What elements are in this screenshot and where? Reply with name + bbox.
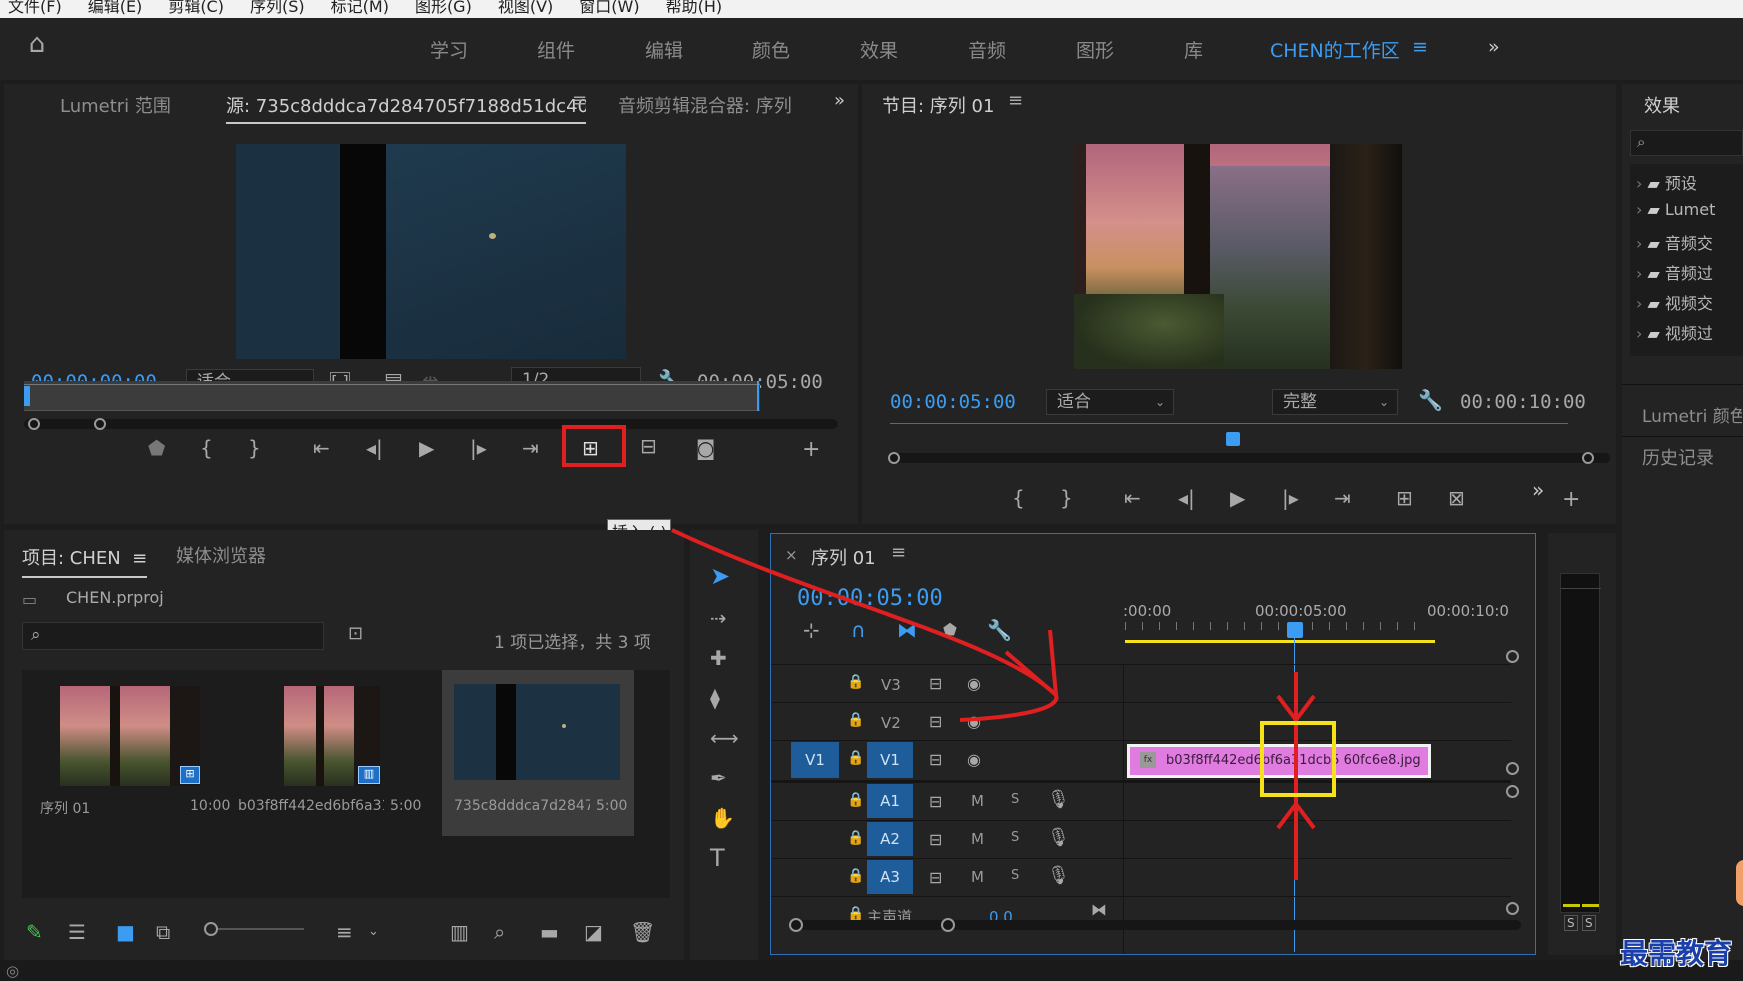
- watermark: 最需教育: [1620, 937, 1733, 970]
- status-bar: ◎: [0, 960, 1743, 981]
- edge-decoration: [1736, 860, 1743, 906]
- annotation-overlay: [671, 528, 1336, 880]
- annotation-arrow-head: [1004, 629, 1059, 700]
- cc-icon[interactable]: ◎: [6, 962, 19, 980]
- annotation-arrow-curve: [671, 528, 1059, 722]
